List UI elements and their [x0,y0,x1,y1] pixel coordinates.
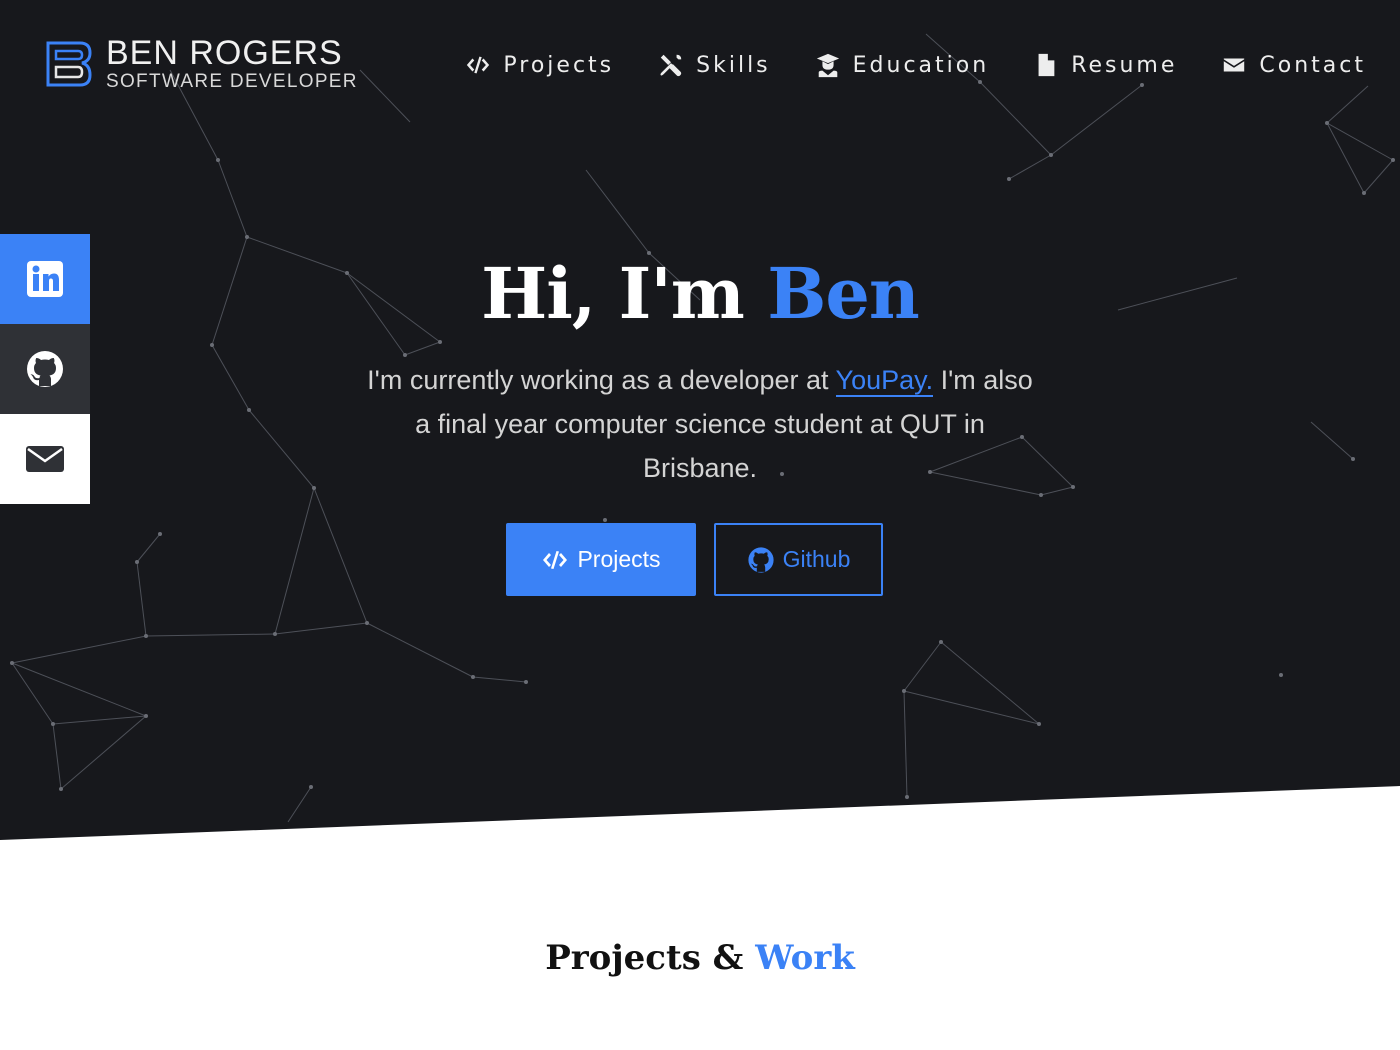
intro-before: I'm currently working as a developer at [367,365,836,395]
brand-subtitle: SOFTWARE DEVELOPER [106,71,358,92]
code-icon [543,550,568,569]
github-button[interactable] [0,324,90,414]
youpay-link[interactable]: YouPay. [835,365,934,397]
hero-name: Ben [767,252,920,335]
logo-b-icon [46,41,92,86]
file-icon [1033,52,1059,78]
github-icon [748,546,774,573]
section-title-main: Projects & [545,938,744,978]
nav-label: Resume [1071,52,1178,78]
code-icon [465,52,491,78]
brand-text: BEN ROGERS SOFTWARE DEVELOPER [106,36,358,91]
github-button-label: Github [782,546,851,572]
nav-item-resume[interactable]: Resume [1033,52,1177,78]
envelope-icon [1221,52,1247,78]
nav-label: Contact [1259,52,1366,78]
hero-heading: Hi, I'm Ben [0,252,1400,335]
github-cta-button[interactable]: Github [714,523,883,596]
tools-icon [658,52,684,78]
hero-greeting: Hi, I'm [481,252,745,335]
nav-item-education[interactable]: Education [815,52,990,78]
brand-name: BEN ROGERS [106,34,343,72]
graduate-icon [815,52,841,78]
projects-button[interactable]: Projects [506,523,696,596]
github-icon [27,351,63,387]
nav-item-projects[interactable]: Projects [465,52,614,78]
email-button[interactable] [0,414,90,504]
section-title-accent: Work [755,938,855,978]
hero-intro: I'm currently working as a developer at … [360,358,1040,490]
nav-item-contact[interactable]: Contact [1221,52,1366,78]
nav-item-skills[interactable]: Skills [658,52,771,78]
main-nav: Projects Skills Education Resume Contact [465,52,1366,78]
nav-label: Projects [503,52,615,78]
nav-label: Education [852,52,990,78]
nav-label: Skills [696,52,771,78]
brand-logo[interactable]: BEN ROGERS SOFTWARE DEVELOPER [44,36,358,91]
section-title: Projects & Work [0,938,1400,978]
envelope-icon [26,446,64,472]
projects-button-label: Projects [577,546,661,572]
